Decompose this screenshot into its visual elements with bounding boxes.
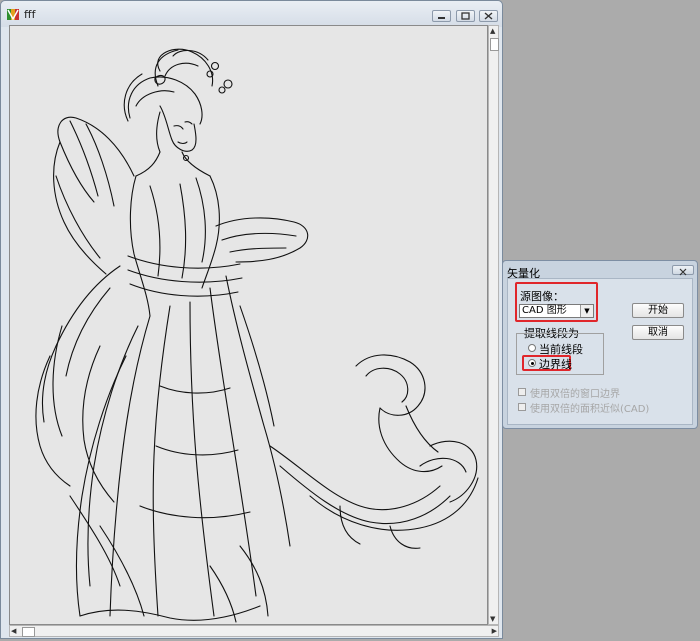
- app-icon: [7, 9, 19, 21]
- scroll-up-icon[interactable]: ▲: [490, 27, 495, 35]
- scroll-down-icon[interactable]: ▼: [490, 615, 495, 623]
- close-icon: [484, 12, 493, 20]
- minimize-icon: [438, 17, 445, 19]
- checkbox-double-area-label: 使用双倍的面积近似(CAD): [530, 404, 650, 415]
- image-window: fff ▲ ▼ ◀ ▶: [0, 0, 503, 639]
- start-button[interactable]: 开始: [632, 303, 684, 318]
- dialog-body: 源图像： CAD 图形 ▼ 提取线段为 当前线段 边界线 使用双倍的窗口边界 使…: [507, 278, 693, 425]
- checkbox-double-window-label: 使用双倍的窗口边界: [530, 389, 620, 400]
- drawing-canvas[interactable]: [9, 25, 488, 625]
- cancel-button[interactable]: 取消: [632, 325, 684, 340]
- maximize-icon: [461, 12, 470, 20]
- radio-boundary[interactable]: [528, 359, 536, 367]
- dialog-close-button[interactable]: [672, 265, 694, 276]
- vertical-scrollbar[interactable]: ▲ ▼: [488, 25, 499, 625]
- minimize-button[interactable]: [432, 10, 451, 22]
- close-icon: [679, 268, 687, 276]
- horizontal-scroll-thumb[interactable]: [22, 627, 35, 637]
- line-drawing-figure: [35, 48, 479, 623]
- scroll-left-icon[interactable]: ◀: [11, 627, 16, 635]
- radio-boundary-label[interactable]: 边界线: [539, 356, 572, 372]
- vectorize-dialog: 矢量化 源图像： CAD 图形 ▼ 提取线段为 当前线段 边界线 使用双倍的窗口…: [502, 260, 698, 429]
- checkbox-double-area[interactable]: [518, 403, 526, 411]
- vertical-scroll-thumb[interactable]: [490, 38, 499, 51]
- window-title: fff: [24, 8, 36, 21]
- source-image-select[interactable]: CAD 图形 ▼: [519, 304, 594, 318]
- title-bar[interactable]: fff: [1, 1, 502, 27]
- source-image-label: 源图像：: [520, 290, 564, 303]
- horizontal-scrollbar[interactable]: ◀ ▶: [9, 625, 499, 637]
- close-button[interactable]: [479, 10, 498, 22]
- source-image-value: CAD 图形: [522, 305, 567, 316]
- checkbox-double-window[interactable]: [518, 388, 526, 396]
- chevron-down-icon[interactable]: ▼: [580, 305, 593, 317]
- scroll-right-icon[interactable]: ▶: [492, 627, 497, 635]
- maximize-button[interactable]: [456, 10, 475, 22]
- radio-current-segment[interactable]: [528, 344, 536, 352]
